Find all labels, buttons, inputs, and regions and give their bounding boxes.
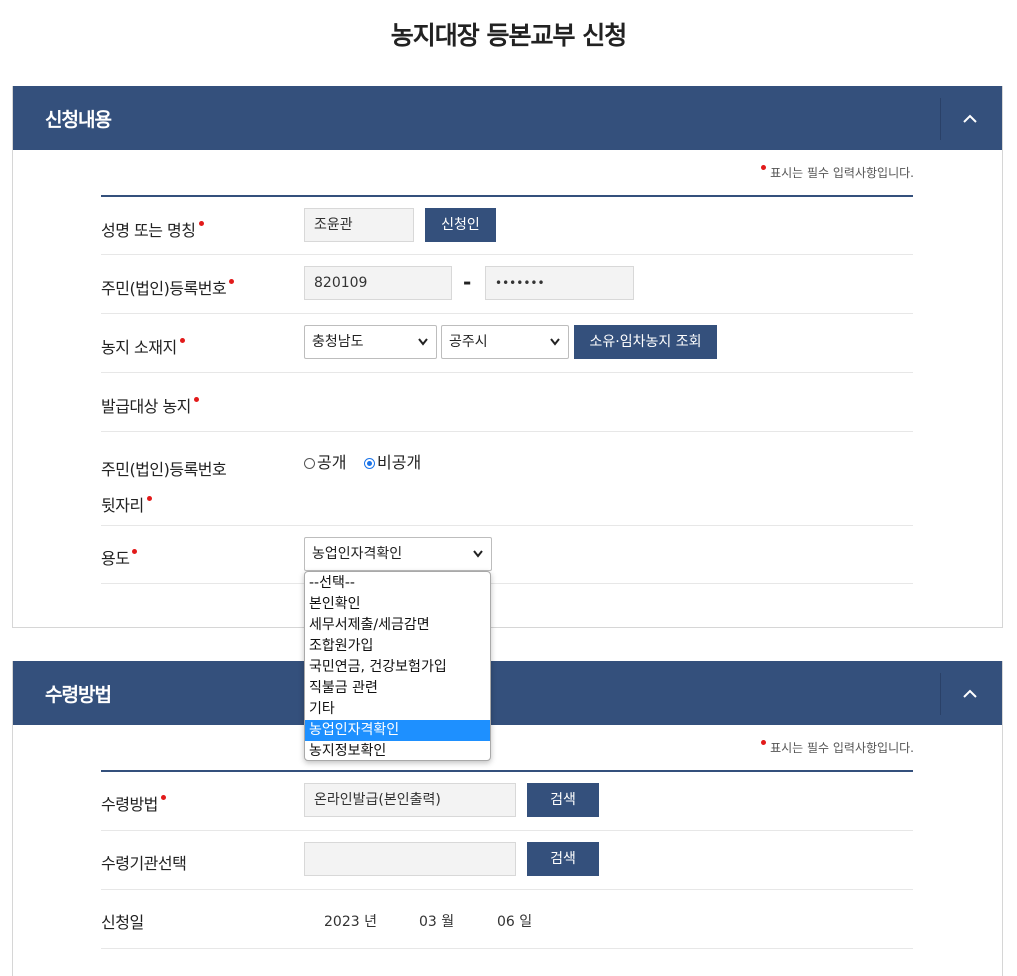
form-row-agency: 수령기관선택 검색 — [101, 831, 913, 890]
collapse-toggle[interactable] — [940, 673, 1002, 715]
purpose-option[interactable]: 조합원가입 — [305, 636, 490, 657]
method-input[interactable]: 온라인발급(본인출력) — [304, 783, 516, 817]
required-dot — [179, 338, 185, 343]
section-title: 신청내용 — [45, 109, 112, 131]
radio-circle-checked — [364, 458, 375, 469]
chevron-down-icon — [418, 338, 428, 346]
radio-circle — [304, 458, 315, 469]
receipt-section-header: 수령방법 — [13, 661, 1002, 725]
method-label: 수령방법 — [101, 791, 166, 815]
application-section: 신청내용 표시는 필수 입력사항입니다. 성명 또는 명칭 조윤관 신청인 주민… — [12, 86, 1003, 628]
target-label: 발급대상 농지 — [101, 393, 199, 417]
date-month: 03 월 — [419, 914, 455, 930]
purpose-option[interactable]: 직불금 관련 — [305, 678, 490, 699]
required-dot — [146, 496, 152, 501]
application-form: 성명 또는 명칭 조윤관 신청인 주민(법인)등록번호 820109 - •••… — [101, 195, 913, 584]
city-select[interactable]: 공주시 — [441, 325, 569, 359]
required-dot — [229, 279, 235, 284]
receipt-form: 수령방법 온라인발급(본인출력) 검색 수령기관선택 검색 신청일 2023 년… — [101, 770, 913, 949]
required-dot — [198, 221, 204, 226]
required-note: 표시는 필수 입력사항입니다. — [761, 164, 914, 181]
purpose-option[interactable]: 본인확인 — [305, 594, 490, 615]
required-dot — [761, 165, 767, 170]
section-title: 수령방법 — [45, 684, 112, 706]
applicant-button[interactable]: 신청인 — [425, 208, 496, 242]
required-dot — [160, 795, 166, 800]
date-year: 2023 년 — [324, 914, 377, 930]
form-row-target: 발급대상 농지 — [101, 373, 913, 432]
purpose-option[interactable]: 국민연금, 건강보험가입 — [305, 657, 490, 678]
required-note: 표시는 필수 입력사항입니다. — [761, 739, 914, 756]
application-section-header: 신청내용 — [13, 86, 1002, 150]
land-lookup-button[interactable]: 소유·임차농지 조회 — [574, 325, 717, 359]
agency-label: 수령기관선택 — [101, 854, 187, 873]
purpose-option-selected[interactable]: 농업인자격확인 — [305, 720, 490, 741]
date-day: 06 일 — [497, 914, 533, 930]
date-label: 신청일 — [101, 913, 144, 932]
receipt-section: 수령방법 표시는 필수 입력사항입니다. 수령방법 온라인발급(본인출력) 검색… — [12, 661, 1003, 976]
agency-search-button[interactable]: 검색 — [527, 842, 599, 876]
form-row-method: 수령방법 온라인발급(본인출력) 검색 — [101, 772, 913, 831]
collapse-toggle[interactable] — [940, 98, 1002, 140]
required-dot — [132, 549, 138, 554]
resident-no-front-input[interactable]: 820109 — [304, 266, 452, 300]
form-row-name: 성명 또는 명칭 조윤관 신청인 — [101, 197, 913, 255]
chevron-down-icon — [550, 338, 560, 346]
purpose-dropdown-list: --선택-- 본인확인 세무서제출/세금감면 조합원가입 국민연금, 건강보험가… — [304, 571, 491, 761]
form-row-resident-no: 주민(법인)등록번호 820109 - ••••••• — [101, 255, 913, 314]
name-input[interactable]: 조윤관 — [304, 208, 414, 242]
chevron-up-icon — [963, 114, 977, 123]
purpose-option[interactable]: --선택-- — [305, 573, 490, 594]
required-dot — [761, 740, 767, 745]
radio-public[interactable]: 공개 — [304, 449, 346, 473]
method-search-button[interactable]: 검색 — [527, 783, 599, 817]
page-title: 농지대장 등본교부 신청 — [390, 21, 627, 50]
resident-no-back-input[interactable]: ••••••• — [485, 266, 634, 300]
purpose-label: 용도 — [101, 545, 138, 569]
purpose-option[interactable]: 기타 — [305, 699, 490, 720]
purpose-option[interactable]: 세무서제출/세금감면 — [305, 615, 490, 636]
agency-input[interactable] — [304, 842, 516, 876]
form-row-date: 신청일 2023 년 03 월 06 일 — [101, 890, 913, 949]
location-label: 농지 소재지 — [101, 334, 185, 358]
chevron-up-icon — [963, 689, 977, 698]
province-select[interactable]: 충청남도 — [304, 325, 437, 359]
purpose-select[interactable]: 농업인자격확인 — [304, 537, 492, 571]
name-label: 성명 또는 명칭 — [101, 217, 204, 241]
form-row-purpose: 용도 농업인자격확인 — [101, 526, 913, 584]
required-dot — [193, 397, 199, 402]
resident-no-separator: - — [463, 270, 472, 294]
form-row-location: 농지 소재지 충청남도 공주시 소유·임차농지 조회 — [101, 314, 913, 373]
chevron-down-icon — [473, 550, 483, 558]
form-row-disclosure: 주민(법인)등록번호 뒷자리 공개 비공개 — [101, 432, 913, 526]
disclosure-label: 주민(법인)등록번호 뒷자리 — [101, 460, 227, 515]
purpose-option[interactable]: 농지정보확인 — [305, 741, 490, 762]
resident-no-label: 주민(법인)등록번호 — [101, 275, 235, 299]
radio-private[interactable]: 비공개 — [364, 449, 421, 473]
